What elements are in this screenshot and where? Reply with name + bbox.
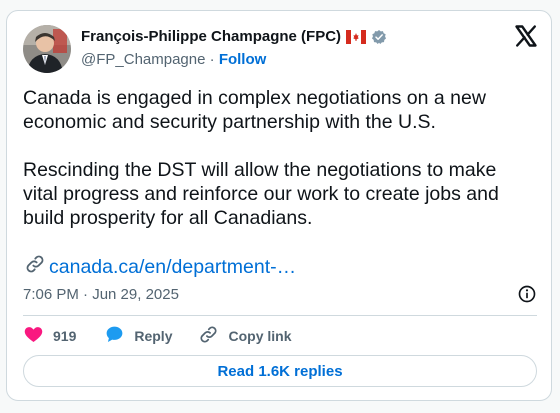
- speech-bubble-icon: [104, 324, 125, 348]
- author-handle-row: @FP_Champagne · Follow: [81, 51, 266, 68]
- tweet-paragraph: Canada is engaged in complex negotiation…: [23, 87, 486, 133]
- read-replies-button[interactable]: Read 1.6K replies: [23, 355, 537, 387]
- tweet-timestamp[interactable]: 7:06 PM · Jun 29, 2025: [23, 286, 179, 303]
- author-handle[interactable]: @FP_Champagne: [81, 51, 205, 68]
- canada-flag-icon: [346, 29, 367, 44]
- read-replies-label: Read 1.6K replies: [217, 362, 343, 380]
- handle-separator: ·: [205, 51, 219, 68]
- link-icon: [23, 253, 47, 281]
- link-chain-icon: [198, 324, 219, 348]
- like-count: 919: [53, 328, 77, 344]
- info-icon[interactable]: [517, 284, 537, 304]
- tweet-paragraph: Rescinding the DST will allow the negoti…: [23, 159, 499, 229]
- x-logo-icon[interactable]: [514, 24, 538, 48]
- action-bar: 919 Reply Copy link: [23, 325, 292, 347]
- like-button[interactable]: 919: [23, 324, 76, 348]
- tweet-link[interactable]: canada.ca/en/department-…: [23, 253, 296, 281]
- reply-label: Reply: [134, 328, 173, 344]
- divider: [23, 315, 537, 316]
- copy-link-label: Copy link: [228, 328, 292, 344]
- tweet-text: Canada is engaged in complex negotiation…: [23, 86, 523, 230]
- author-name-row: François-Philippe Champagne (FPC): [81, 28, 387, 45]
- heart-icon: [23, 324, 44, 348]
- verified-badge-icon: [371, 29, 387, 45]
- avatar[interactable]: [23, 25, 71, 73]
- follow-button[interactable]: Follow: [219, 51, 267, 68]
- copy-link-button[interactable]: Copy link: [198, 324, 292, 348]
- link-text[interactable]: canada.ca/en/department-…: [49, 256, 296, 279]
- reply-button[interactable]: Reply: [104, 324, 172, 348]
- author-name[interactable]: François-Philippe Champagne (FPC): [81, 28, 341, 45]
- tweet-card: François-Philippe Champagne (FPC) @FP_Ch…: [6, 10, 552, 401]
